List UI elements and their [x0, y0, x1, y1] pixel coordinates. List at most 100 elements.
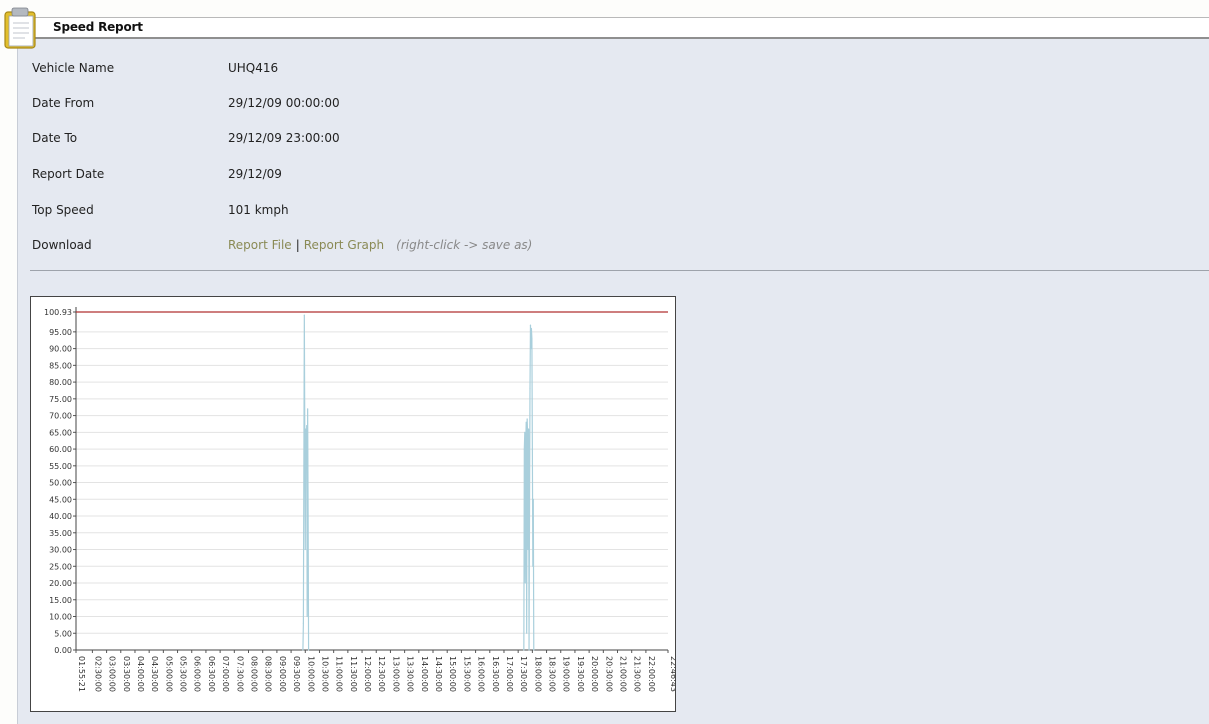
field-value: 101 kmph [228, 203, 289, 217]
field-label: Date To [32, 131, 78, 145]
x-tick-label: 13:00:00 [391, 656, 400, 692]
x-tick-label: 10:30:00 [320, 656, 329, 692]
speed-data-point [302, 649, 304, 651]
y-tick-label: 25.00 [49, 562, 72, 571]
speed-data-point [302, 622, 304, 624]
x-tick-label: 07:30:00 [235, 656, 244, 692]
y-tick-label: 5.00 [54, 629, 72, 638]
speed-data-point [527, 428, 530, 430]
x-tick-label: 15:00:00 [448, 656, 457, 692]
speed-data-point [307, 649, 310, 651]
x-tick-label: 14:00:00 [420, 656, 429, 692]
speed-data-point [304, 441, 306, 443]
y-tick-label: 0.00 [54, 646, 72, 655]
report-titlebar: Speed Report [17, 17, 1209, 39]
speed-data-point [526, 632, 528, 634]
speed-data-point [528, 515, 531, 517]
field-value: 29/12/09 23:00:00 [228, 131, 340, 145]
y-tick-label: 20.00 [49, 579, 72, 588]
x-tick-label: 21:00:00 [619, 656, 628, 692]
y-tick-label: 45.00 [49, 495, 72, 504]
field-label: Report Date [32, 167, 105, 181]
speed-data-point [527, 435, 529, 437]
report-file-link[interactable]: Report File [228, 238, 292, 252]
x-tick-label: 18:30:00 [548, 656, 557, 692]
x-tick-label: 09:00:00 [278, 656, 287, 692]
speed-data-point [530, 327, 533, 330]
speed-data-point [524, 582, 526, 584]
x-tick-label: 21:30:00 [633, 656, 642, 692]
x-tick-label: 15:30:00 [462, 656, 471, 692]
speed-data-point [525, 441, 527, 443]
speed-data-point [532, 498, 534, 500]
download-links: Report File | Report Graph (right-click -> … [228, 238, 532, 252]
x-tick-label: 01:55:21 [77, 656, 86, 692]
x-tick-label: 05:30:00 [179, 656, 188, 692]
x-tick-label: 22:46:43 [669, 656, 675, 692]
speed-data-point [531, 448, 533, 450]
y-tick-label: 35.00 [49, 529, 72, 538]
x-tick-label: 16:30:00 [491, 656, 500, 692]
y-tick-label: 95.00 [49, 328, 72, 337]
x-tick-label: 16:00:00 [477, 656, 486, 692]
x-tick-label: 11:30:00 [349, 656, 358, 692]
x-tick-label: 20:30:00 [604, 656, 613, 692]
clipboard-report-icon [4, 7, 36, 49]
x-tick-label: 06:00:00 [193, 656, 202, 692]
speed-data-point [303, 314, 305, 316]
report-title: Speed Report [53, 20, 143, 34]
speed-data-point [305, 455, 307, 457]
speed-data-point [528, 649, 530, 651]
y-tick-label: 90.00 [49, 345, 72, 354]
speed-series-line [523, 325, 535, 651]
x-tick-label: 19:00:00 [562, 656, 571, 692]
x-tick-label: 22:00:00 [647, 656, 656, 692]
speed-data-point [529, 388, 531, 390]
x-tick-label: 03:00:00 [108, 656, 117, 692]
x-tick-label: 11:00:00 [335, 656, 344, 692]
x-tick-label: 08:30:00 [264, 656, 273, 692]
x-tick-label: 03:30:00 [122, 656, 131, 692]
speed-data-point [523, 448, 525, 450]
y-tick-label: 65.00 [49, 428, 72, 437]
x-tick-label: 06:30:00 [207, 656, 216, 692]
speed-data-point [306, 615, 308, 618]
link-separator: | [295, 238, 300, 252]
x-tick-label: 17:00:00 [505, 656, 514, 692]
x-tick-label: 02:30:00 [93, 656, 102, 692]
y-tick-label: 70.00 [49, 412, 72, 421]
x-tick-label: 09:30:00 [292, 656, 301, 692]
speed-data-point [304, 548, 306, 551]
x-tick-label: 14:30:00 [434, 656, 443, 692]
speed-data-point [526, 418, 528, 420]
x-tick-label: 07:00:00 [221, 656, 230, 692]
x-tick-label: 20:00:00 [590, 656, 599, 692]
y-tick-label: 40.00 [49, 512, 72, 521]
speed-data-point [527, 548, 529, 551]
save-hint: (right-click -> save as) [396, 238, 533, 252]
speed-data-point [531, 337, 533, 340]
field-value: UHQ416 [228, 61, 279, 75]
speed-chart-svg: 0.00 5.00 10.00 15.00 20.00 25.00 30.00 35.00 40… [44, 307, 675, 692]
y-tick-label: 60.00 [49, 445, 72, 454]
report-graph-link[interactable]: Report Graph [304, 238, 384, 252]
speed-data-point [305, 428, 307, 430]
y-tick-label: 55.00 [49, 462, 72, 471]
x-tick-label: 17:30:00 [519, 656, 528, 692]
x-tick-label: 04:30:00 [150, 656, 159, 692]
x-tick-label: 13:30:00 [406, 656, 415, 692]
speed-data-point [529, 324, 532, 326]
speed-data-point [307, 515, 309, 517]
y-tick-label: 80.00 [49, 378, 72, 387]
y-tick-label: 75.00 [49, 395, 72, 404]
field-label: Top Speed [32, 203, 94, 217]
y-tick-label: 15.00 [49, 596, 72, 605]
y-tick-label: 30.00 [49, 546, 72, 555]
speed-data-point [524, 431, 526, 433]
speed-data-point [307, 408, 309, 410]
field-label: Date From [32, 96, 95, 110]
x-tick-label: 12:30:00 [377, 656, 386, 692]
speed-data-point [523, 649, 525, 651]
field-label: Vehicle Name [32, 61, 115, 75]
x-tick-label: 05:00:00 [164, 656, 173, 692]
